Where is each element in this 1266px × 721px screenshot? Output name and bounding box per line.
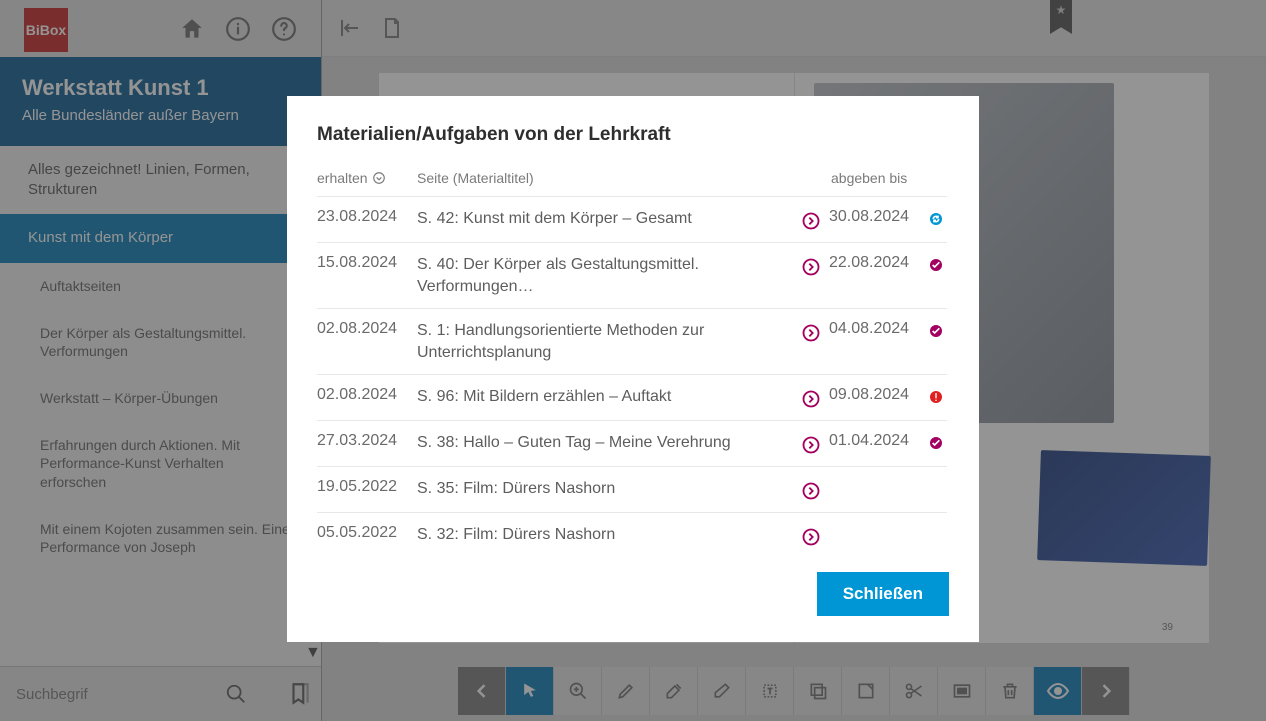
open-material-icon[interactable] <box>801 386 829 409</box>
table-row: 19.05.2022S. 35: Film: Dürers Nashorn <box>317 466 947 512</box>
open-material-icon[interactable] <box>801 524 829 547</box>
table-row: 23.08.2024S. 42: Kunst mit dem Körper – … <box>317 196 947 242</box>
status-icon <box>925 386 947 405</box>
received-date: 02.08.2024 <box>317 320 417 338</box>
due-date: 22.08.2024 <box>829 254 925 272</box>
due-date: 04.08.2024 <box>829 320 925 338</box>
material-title: S. 1: Handlungsorientierte Methoden zur … <box>417 320 801 363</box>
material-title: S. 96: Mit Bildern erzählen – Auftakt <box>417 386 801 408</box>
status-icon <box>925 524 947 527</box>
table-row: 27.03.2024S. 38: Hallo – Guten Tag – Mei… <box>317 420 947 466</box>
material-title: S. 32: Film: Dürers Nashorn <box>417 524 801 546</box>
table-row: 02.08.2024S. 1: Handlungsorientierte Met… <box>317 308 947 374</box>
open-material-icon[interactable] <box>801 432 829 455</box>
open-material-icon[interactable] <box>801 320 829 343</box>
modal-title: Materialien/Aufgaben von der Lehrkraft <box>317 124 949 146</box>
status-icon <box>925 478 947 481</box>
due-date: 01.04.2024 <box>829 432 925 450</box>
open-material-icon[interactable] <box>801 208 829 231</box>
received-date: 27.03.2024 <box>317 432 417 450</box>
materials-list[interactable]: 23.08.2024S. 42: Kunst mit dem Körper – … <box>317 196 949 556</box>
due-date: 09.08.2024 <box>829 386 925 404</box>
table-row: 15.08.2024S. 40: Der Körper als Gestaltu… <box>317 242 947 308</box>
received-date: 23.08.2024 <box>317 208 417 226</box>
modal-overlay[interactable]: Materialien/Aufgaben von der Lehrkraft e… <box>0 0 1266 721</box>
due-date: 30.08.2024 <box>829 208 925 226</box>
material-title: S. 35: Film: Dürers Nashorn <box>417 478 801 500</box>
status-icon <box>925 254 947 273</box>
received-date: 02.08.2024 <box>317 386 417 404</box>
sort-desc-icon <box>372 171 386 185</box>
material-title: S. 42: Kunst mit dem Körper – Gesamt <box>417 208 801 230</box>
table-header: erhalten Seite (Materialtitel) abgeben b… <box>317 170 949 196</box>
status-icon <box>925 432 947 451</box>
material-title: S. 38: Hallo – Guten Tag – Meine Verehru… <box>417 432 801 454</box>
materials-table: erhalten Seite (Materialtitel) abgeben b… <box>317 170 949 556</box>
column-page[interactable]: Seite (Materialtitel) <box>417 170 803 186</box>
received-date: 05.05.2022 <box>317 524 417 542</box>
table-row: 05.05.2022S. 32: Film: Dürers Nashorn <box>317 512 947 556</box>
column-received-label: erhalten <box>317 170 368 186</box>
materials-modal: Materialien/Aufgaben von der Lehrkraft e… <box>287 96 979 642</box>
close-button[interactable]: Schließen <box>817 572 949 616</box>
received-date: 15.08.2024 <box>317 254 417 272</box>
status-icon <box>925 320 947 339</box>
table-row: 02.08.2024S. 96: Mit Bildern erzählen – … <box>317 374 947 420</box>
column-received[interactable]: erhalten <box>317 170 417 186</box>
status-icon <box>925 208 947 227</box>
open-material-icon[interactable] <box>801 478 829 501</box>
open-material-icon[interactable] <box>801 254 829 277</box>
received-date: 19.05.2022 <box>317 478 417 496</box>
column-due[interactable]: abgeben bis <box>831 170 927 186</box>
material-title: S. 40: Der Körper als Gestaltungsmittel.… <box>417 254 801 297</box>
